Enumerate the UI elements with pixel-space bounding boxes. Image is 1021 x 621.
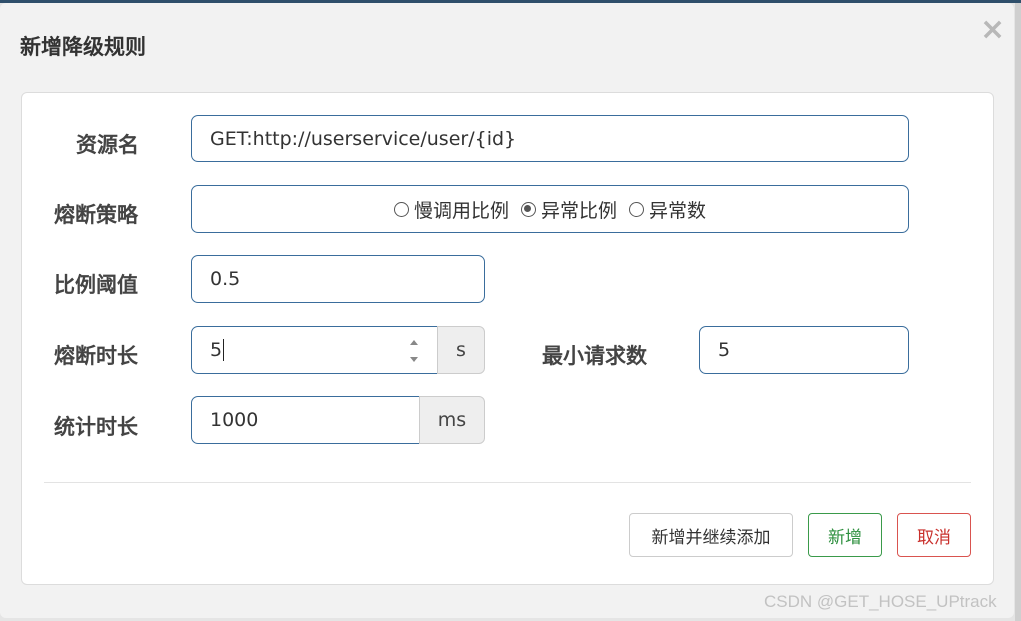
strategy-radio-group: 慢调用比例 异常比例 异常数 [191,185,909,233]
spinner-down-icon[interactable] [410,357,418,362]
break-duration-value-wrap: 5 [192,338,225,362]
close-icon[interactable]: × [980,15,1005,45]
break-duration-unit: s [437,326,485,374]
resource-value: GET:http://userservice/user/{id} [210,127,517,150]
footer-divider [44,482,971,483]
radio-error-count[interactable]: 异常数 [629,196,706,223]
text-caret [223,339,225,362]
radio-slow-ratio[interactable]: 慢调用比例 [393,196,509,223]
ratio-threshold-input[interactable]: 0.5 [191,255,485,303]
break-duration-input[interactable]: 5 [191,326,438,374]
stat-duration-input[interactable]: 1000 [191,396,420,444]
stat-duration-unit: ms [419,396,485,444]
ratio-threshold-label: 比例阈值 [54,273,138,297]
min-requests-value: 5 [718,339,731,361]
resource-label: 资源名 [76,133,139,157]
min-requests-input[interactable]: 5 [699,326,909,374]
radio-slow-ratio-label: 慢调用比例 [413,199,509,222]
cancel-button[interactable]: 取消 [897,513,971,557]
resource-input[interactable]: GET:http://userservice/user/{id} [191,115,909,162]
radio-error-ratio-circle[interactable] [520,201,536,217]
add-button[interactable]: 新增 [808,513,882,557]
ratio-threshold-value: 0.5 [210,268,241,290]
radio-error-count-circle[interactable] [629,201,644,217]
stat-duration-label: 统计时长 [54,415,138,439]
spinner-up-icon[interactable] [410,340,418,345]
stat-duration-value: 1000 [210,409,259,431]
break-duration-label: 熔断时长 [54,344,138,368]
radio-error-ratio[interactable]: 异常比例 [520,196,617,223]
min-requests-label: 最小请求数 [542,344,647,368]
dialog-title: 新增降级规则 [20,35,146,59]
break-duration-value: 5 [210,338,223,361]
radio-slow-ratio-circle[interactable] [393,201,409,217]
number-spinner[interactable] [409,340,419,362]
strategy-label: 熔断策略 [54,203,138,227]
add-and-continue-button[interactable]: 新增并继续添加 [629,513,793,557]
background-page-edge [1015,3,1021,621]
radio-error-ratio-label: 异常比例 [540,199,617,222]
radio-error-count-label: 异常数 [649,199,707,222]
watermark: CSDN @GET_HOSE_UPtrack [764,592,997,611]
